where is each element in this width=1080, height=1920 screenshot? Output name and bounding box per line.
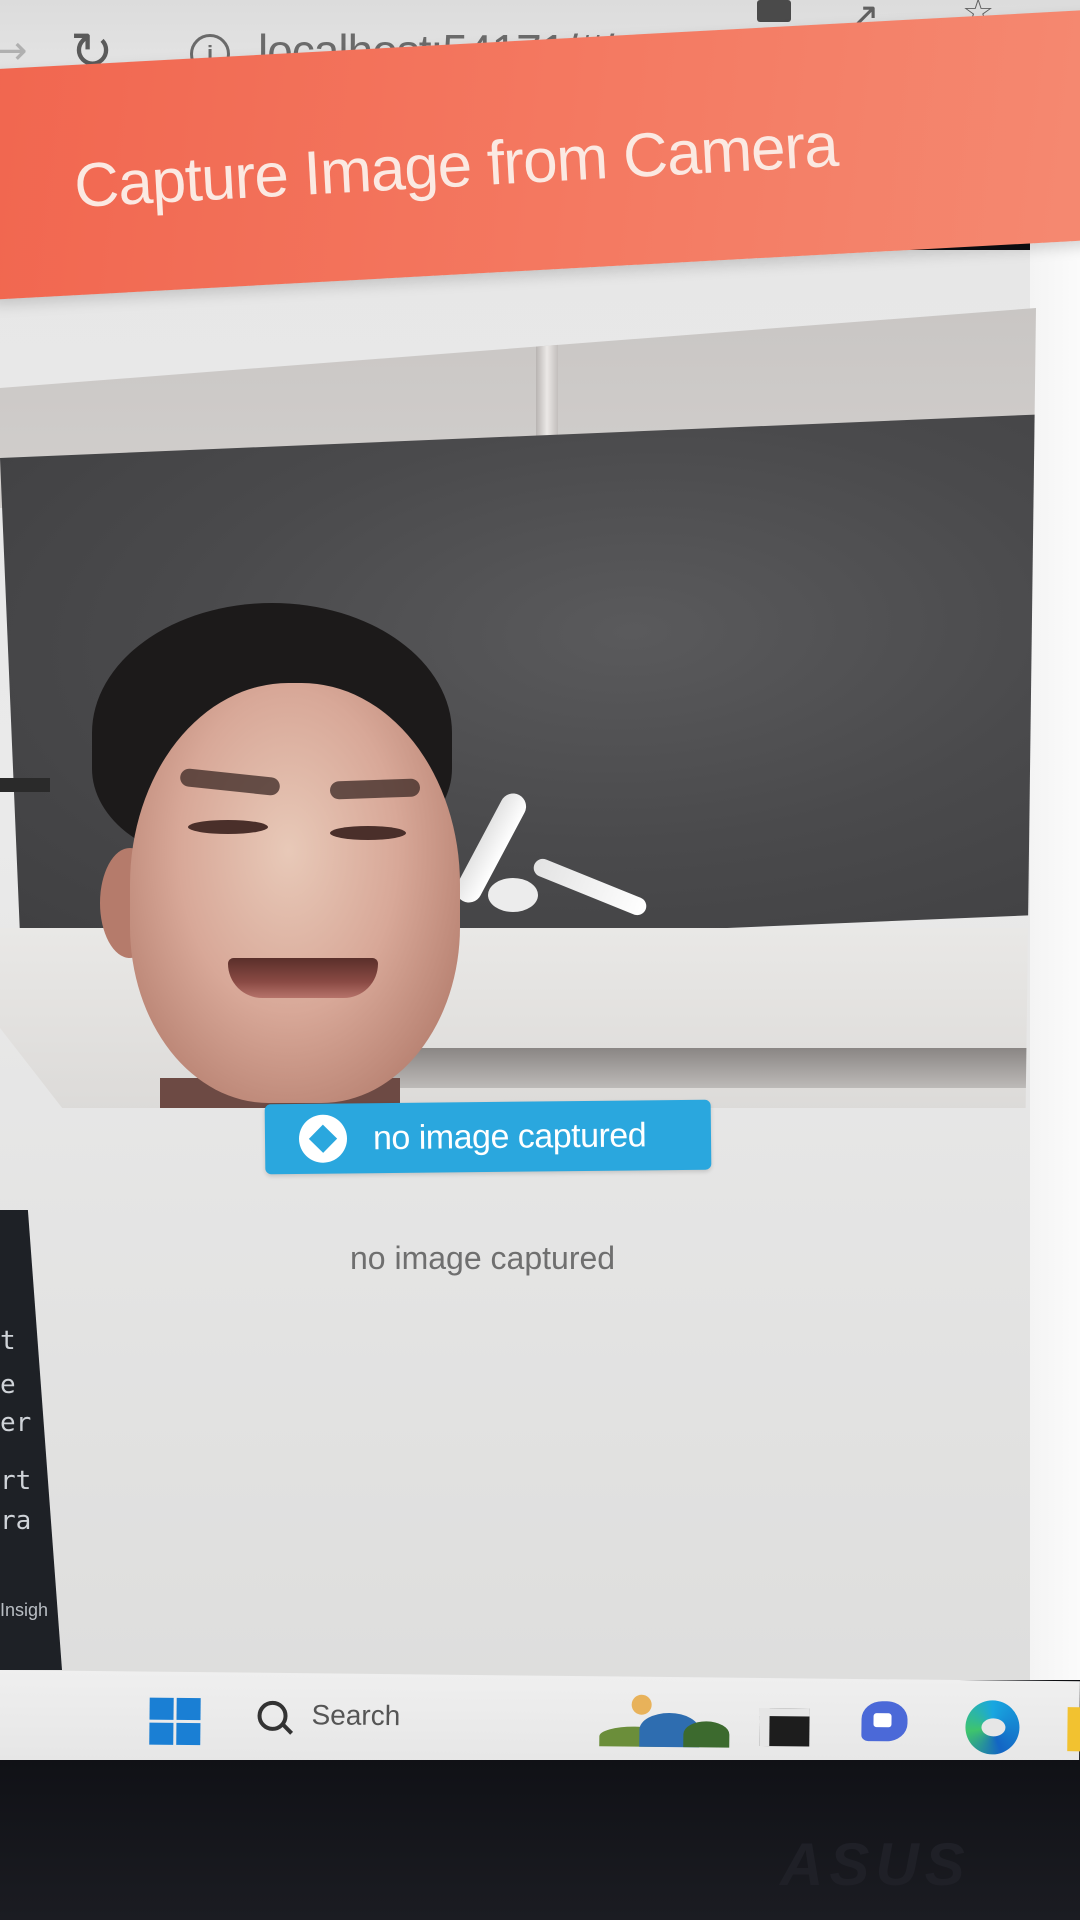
ceiling-fan-hub [488, 878, 538, 912]
feed-lamp [0, 778, 50, 792]
windows-taskbar: Search [0, 1670, 1080, 1774]
camera-in-use-icon[interactable] [757, 0, 791, 22]
camera-video-feed [0, 308, 1036, 1108]
task-view-icon[interactable] [759, 1707, 810, 1747]
feed-shelf [380, 1048, 1036, 1088]
terminal-line: ra [0, 1506, 32, 1536]
person-eye [188, 820, 268, 834]
widgets-icon[interactable] [599, 1694, 730, 1748]
capture-status-text: no image captured [350, 1240, 616, 1276]
file-explorer-icon[interactable] [1067, 1707, 1080, 1752]
terminal-line: t [0, 1326, 16, 1356]
terminal-line: e [0, 1370, 16, 1400]
person-eyebrow [329, 778, 421, 800]
person-mouth [228, 958, 378, 998]
search-icon[interactable] [257, 1700, 288, 1732]
camera-shutter-icon [298, 1114, 348, 1163]
photo-of-laptop-screen: → ↻ i localhost:54171/#/neew ↗ ☆ Capture… [0, 0, 1080, 1920]
meet-icon[interactable] [861, 1701, 908, 1742]
terminal-line: rt [0, 1466, 32, 1496]
taskbar-search-label[interactable]: Search [311, 1699, 400, 1732]
windows-start-icon[interactable] [149, 1697, 201, 1747]
laptop-bezel: ASUS [0, 1760, 1080, 1920]
terminal-footer-text: Insigh [0, 1600, 49, 1620]
page-title: Capture Image from Camera [72, 110, 840, 222]
capture-button[interactable]: no image captured [264, 1099, 712, 1175]
edge-icon[interactable] [965, 1700, 1020, 1755]
terminal-line: er [0, 1408, 32, 1438]
capture-button-label: no image captured [372, 1116, 647, 1158]
person-eye [330, 826, 406, 840]
page-edge [1030, 240, 1080, 1680]
person-face [130, 683, 460, 1103]
laptop-logo: ASUS [780, 1831, 971, 1898]
